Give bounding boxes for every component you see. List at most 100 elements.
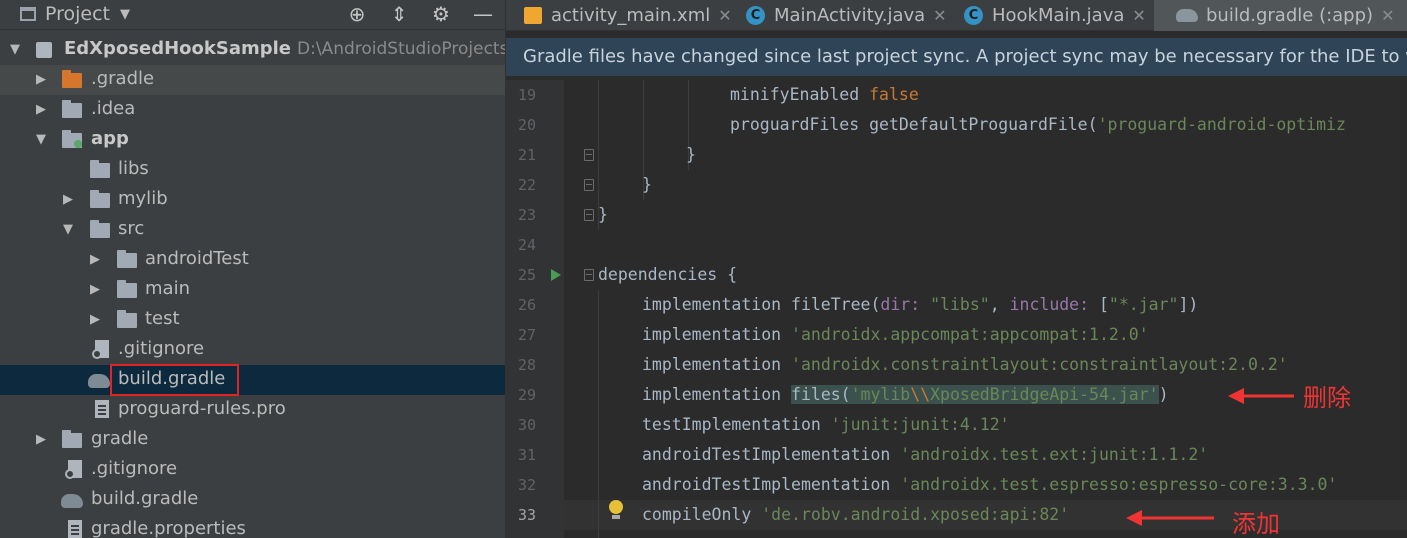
code-line-21[interactable]: } [686,140,696,170]
code-line-26[interactable]: implementation fileTree(dir: "libs", inc… [642,290,1198,320]
folder-icon [62,70,82,88]
gradle-sync-banner: Gradle files have changed since last pro… [506,38,1407,76]
tree-item-label: .gitignore [118,338,205,359]
code-line-25[interactable]: dependencies { [598,260,737,290]
module-icon [36,42,52,58]
run-icon[interactable] [551,269,561,281]
tree-item-label: EdXposedHookSample [64,38,292,59]
hide-panel-icon[interactable]: — [471,2,495,26]
code-line-20[interactable]: proguardFiles getDefaultProguardFile('pr… [730,110,1346,140]
expand-arrow-icon[interactable]: ▼ [10,42,20,57]
xml-icon [524,7,542,24]
tree-item-test[interactable]: ▶ test [0,305,505,335]
tab-activity-main-xml[interactable]: activity_main.xml ✕ [524,0,732,31]
project-panel: Project ▼ ⊕ ⇕ ⚙ — ▼ EdXposedHookSample D:… [0,0,505,538]
tree-item-root-gitignore[interactable]: .gitignore [0,455,505,485]
expand-arrow-icon[interactable]: ▶ [90,252,100,267]
fold-marker-icon[interactable] [584,149,594,161]
code-line-22[interactable]: } [642,170,652,200]
code-line-19[interactable]: minifyEnabled false [730,80,919,110]
tree-item-app[interactable]: ▼ app [0,125,505,155]
line-number: 27 [517,326,536,344]
tree-item-app-build-gradle[interactable]: build.gradle [0,365,505,395]
gitignore-file-icon [92,340,109,359]
tab-label: HookMain.java [992,5,1125,26]
folder-icon [117,250,137,268]
code-line-31[interactable]: androidTestImplementation 'androidx.test… [642,440,1208,470]
tab-mainactivity-java[interactable]: C MainActivity.java ✕ [746,0,947,31]
collapse-all-icon[interactable]: ⇕ [387,2,411,26]
tree-item-src[interactable]: ▼ src [0,215,505,245]
line-number: 33 [517,506,536,524]
line-number: 28 [517,356,536,374]
close-icon[interactable]: ✕ [718,6,731,25]
lightbulb-icon[interactable] [609,500,623,519]
class-icon: C [964,6,983,25]
tree-item-label: gradle [91,428,149,449]
add-annotation: 添加 [1232,510,1280,538]
line-number: 21 [517,146,536,164]
line-number: 31 [517,446,536,464]
line-number: 20 [517,116,536,134]
code-line-28[interactable]: implementation 'androidx.constraintlayou… [642,350,1288,380]
expand-arrow-icon[interactable]: ▼ [63,222,73,237]
expand-arrow-icon[interactable]: ▶ [63,192,73,207]
project-window-icon [20,7,36,21]
close-icon[interactable]: ✕ [933,6,946,25]
tree-item-label: .gradle [91,68,155,89]
line-number: 22 [517,176,536,194]
tab-build-gradle-app[interactable]: build.gradle (:app) ✕ [1154,0,1407,31]
close-icon[interactable]: ✕ [1381,6,1394,25]
project-panel-title: Project [45,3,111,25]
gear-icon[interactable]: ⚙ [429,2,453,26]
tree-item-main[interactable]: ▶ main [0,275,505,305]
code-line-32[interactable]: androidTestImplementation 'androidx.test… [642,470,1337,500]
tree-item-label: gradle.properties [91,518,246,538]
line-number: 25 [517,266,536,284]
tree-item-label: build.gradle [91,488,199,509]
tree-item-root[interactable]: ▼ EdXposedHookSample D:\AndroidStudioProj… [0,35,505,65]
tree-item-proguard[interactable]: proguard-rules.pro [0,395,505,425]
banner-text: Gradle files have changed since last pro… [523,46,1407,67]
tree-item-gradle-folder[interactable]: ▶ gradle [0,425,505,455]
code-line-23[interactable]: } [598,200,608,230]
code-line-27[interactable]: implementation 'androidx.appcompat:appco… [642,320,1149,350]
fold-marker-icon[interactable] [584,179,594,191]
folder-icon [117,310,137,328]
tree-item-gradle-properties[interactable]: gradle.properties [0,515,505,538]
gradle-icon [1176,9,1198,22]
line-number: 19 [517,86,536,104]
expand-arrow-icon[interactable]: ▶ [36,432,46,447]
close-icon[interactable]: ✕ [1132,6,1145,25]
expand-arrow-icon[interactable]: ▼ [36,132,46,147]
expand-arrow-icon[interactable]: ▶ [36,102,46,117]
tree-item-libs[interactable]: libs [0,155,505,185]
class-icon: C [746,6,765,25]
tab-hookmain-java[interactable]: C HookMain.java ✕ [964,0,1146,31]
delete-arrow-icon [1228,388,1294,404]
project-panel-header: Project ▼ ⊕ ⇕ ⚙ — [0,0,505,30]
tree-item-root-build-gradle[interactable]: build.gradle [0,485,505,515]
tree-item-androidtest[interactable]: ▶ androidTest [0,245,505,275]
chevron-down-icon[interactable]: ▼ [120,7,130,22]
editor-tab-bar: activity_main.xml ✕ C MainActivity.java … [506,0,1407,31]
tree-item-gradle-dir[interactable]: ▶ .gradle [0,65,505,95]
expand-arrow-icon[interactable]: ▶ [90,282,100,297]
tree-item-label: .gitignore [91,458,178,479]
tree-item-label: mylib [118,188,168,209]
expand-arrow-icon[interactable]: ▶ [36,72,46,87]
project-panel-toolbar: ⊕ ⇕ ⚙ — [345,2,495,26]
project-view-selector[interactable]: Project ▼ [20,3,130,25]
code-line-33[interactable]: compileOnly 'de.robv.android.xposed:api:… [642,500,1069,530]
tree-item-mylib[interactable]: ▶ mylib [0,185,505,215]
fold-marker-icon[interactable] [584,209,594,221]
expand-arrow-icon[interactable]: ▶ [90,312,100,327]
locate-icon[interactable]: ⊕ [345,2,369,26]
fold-marker-icon[interactable] [584,269,594,281]
tree-item-idea[interactable]: ▶ .idea [0,95,505,125]
text-file-icon [95,400,109,418]
tree-item-app-gitignore[interactable]: .gitignore [0,335,505,365]
code-line-30[interactable]: testImplementation 'junit:junit:4.12' [642,410,1010,440]
code-line-29[interactable]: implementation files('mylib\\XposedBridg… [642,380,1169,410]
tree-item-label: src [118,218,145,239]
